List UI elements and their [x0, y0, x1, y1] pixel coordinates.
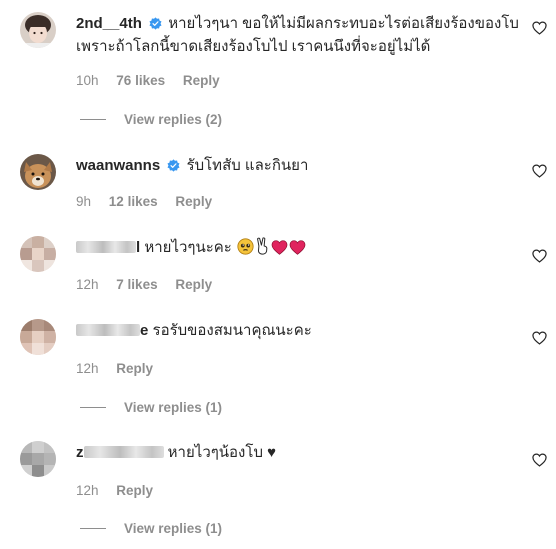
- comment-meta: 10h 76 likes Reply: [76, 72, 234, 90]
- comment-text: หายไวๆนะคะ: [144, 239, 232, 256]
- comment-meta: 12h Reply: [76, 360, 167, 378]
- view-replies-label: View replies (1): [124, 400, 223, 415]
- blurred-username[interactable]: [76, 241, 136, 253]
- timestamp: 10h: [76, 73, 99, 88]
- divider-line: [80, 528, 106, 529]
- view-replies-label: View replies (1): [124, 521, 223, 536]
- timestamp: 12h: [76, 277, 99, 292]
- reply-button[interactable]: Reply: [116, 361, 153, 376]
- username[interactable]: 2nd__4th: [76, 15, 142, 32]
- avatar[interactable]: [20, 12, 56, 48]
- comment-text: รับโทสับ และกินยา: [186, 157, 309, 174]
- timestamp: 12h: [76, 483, 99, 498]
- comment-meta: 12h Reply: [76, 482, 167, 500]
- username[interactable]: waanwanns: [76, 157, 160, 174]
- likes-count[interactable]: 7 likes: [116, 277, 157, 292]
- username-prefix[interactable]: z: [76, 444, 84, 461]
- view-replies-button[interactable]: View replies (1): [80, 520, 222, 538]
- comment-text-line: waanwanns รับโทสับ และกินยา: [76, 155, 308, 179]
- heart-outline-icon[interactable]: [532, 249, 547, 263]
- comment-meta: 9h 12 likes Reply: [76, 193, 226, 211]
- blurred-username[interactable]: [76, 324, 140, 336]
- pleading-face-emoji: [237, 238, 254, 262]
- heart-outline-icon[interactable]: [532, 164, 547, 178]
- comment-text: หายไวๆน้องโบ ♥: [167, 444, 277, 461]
- heart-outline-icon[interactable]: [532, 21, 547, 35]
- divider-line: [80, 407, 106, 408]
- comment-meta: 12h 7 likes Reply: [76, 276, 226, 294]
- reply-button[interactable]: Reply: [175, 194, 212, 209]
- likes-count[interactable]: 76 likes: [116, 73, 165, 88]
- red-heart-emoji: [271, 240, 288, 262]
- comment-text-line: z หายไวๆน้องโบ ♥: [76, 442, 276, 464]
- heart-outline-icon[interactable]: [532, 453, 547, 467]
- timestamp: 9h: [76, 194, 92, 209]
- username-suffix[interactable]: l: [136, 239, 140, 256]
- comment-text-line: l หายไวๆนะคะ: [76, 237, 306, 262]
- avatar[interactable]: [20, 441, 56, 477]
- verified-badge-icon: [149, 15, 162, 37]
- avatar[interactable]: [20, 154, 56, 190]
- username-suffix[interactable]: e: [140, 322, 148, 339]
- reply-button[interactable]: Reply: [175, 277, 212, 292]
- comment-text: หายไวๆนา ขอให้ไม่มีผลกระทบอะไรต่อเสียงร้…: [168, 15, 519, 32]
- avatar[interactable]: [20, 319, 56, 355]
- heart-outline-icon[interactable]: [532, 331, 547, 345]
- comment-text: รอรับของสมนาคุณนะคะ: [152, 322, 312, 339]
- red-heart-emoji: [289, 240, 306, 262]
- view-replies-label: View replies (2): [124, 112, 223, 127]
- verified-badge-icon: [167, 157, 180, 179]
- view-replies-button[interactable]: View replies (2): [80, 111, 222, 129]
- victory-hand-emoji: [255, 237, 270, 262]
- view-replies-button[interactable]: View replies (1): [80, 399, 222, 417]
- divider-line: [80, 119, 106, 120]
- reply-button[interactable]: Reply: [116, 483, 153, 498]
- likes-count[interactable]: 12 likes: [109, 194, 158, 209]
- comment-text-line-2: เพราะถ้าโลกนี้ขาดเสียงร้องโบไป เราคนนึงท…: [76, 38, 431, 55]
- comment-text-line: 2nd__4th หายไวๆนา ขอให้ไม่มีผลกระทบอะไรต…: [76, 13, 519, 37]
- avatar[interactable]: [20, 236, 56, 272]
- comment-text-line: e รอรับของสมนาคุณนะคะ: [76, 320, 312, 342]
- blurred-username[interactable]: [83, 446, 164, 458]
- reply-button[interactable]: Reply: [183, 73, 220, 88]
- timestamp: 12h: [76, 361, 99, 376]
